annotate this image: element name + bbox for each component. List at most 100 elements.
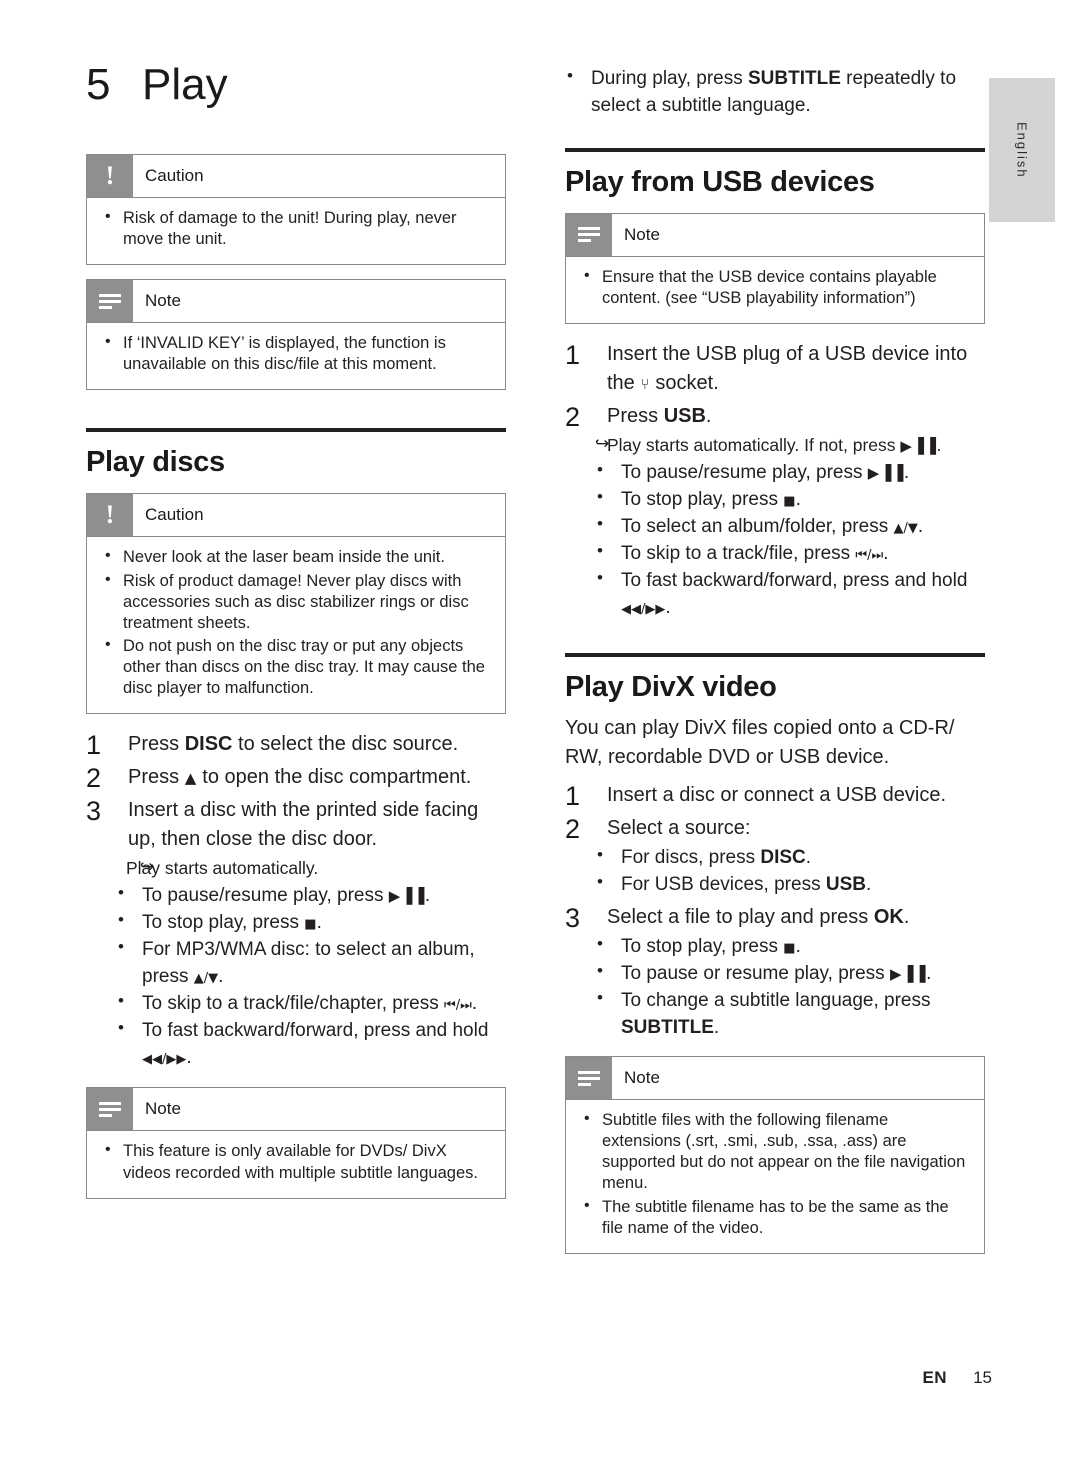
stop-icon: ■ bbox=[783, 493, 796, 509]
list-item: To stop play, press ■. bbox=[102, 908, 506, 937]
bullet-text-after: . bbox=[713, 1017, 720, 1039]
step-item: 3 Select a file to play and press OK. To… bbox=[565, 903, 985, 1042]
play-pause-icon: ▶▐▐ bbox=[867, 463, 904, 482]
divx-play-bullets: To stop play, press ■. To pause or resum… bbox=[581, 932, 985, 1042]
note-box-1: Note If ‘INVALID KEY’ is displayed, the … bbox=[86, 279, 506, 391]
bullet-text-after: . bbox=[805, 847, 812, 869]
bullet-text-before: For discs, press bbox=[621, 847, 761, 869]
bullet-text-before: To change a subtitle language, press bbox=[621, 990, 931, 1012]
caution-body: Never look at the laser beam inside the … bbox=[87, 537, 505, 713]
bullet-text-after: . bbox=[424, 884, 431, 906]
footer-language: EN bbox=[922, 1368, 948, 1387]
note-header: Note bbox=[566, 213, 984, 257]
bullet-text-before: To pause/resume play, press bbox=[621, 461, 868, 483]
caution-label: Caution bbox=[145, 505, 204, 525]
divx-intro: You can play DivX files copied onto a CD… bbox=[565, 717, 955, 768]
list-item: To pause/resume play, press ▶▐▐. bbox=[581, 458, 985, 487]
step-text-after: to open the disc compartment. bbox=[196, 766, 472, 789]
page-footer: EN 15 bbox=[922, 1368, 992, 1388]
bullet-text-before: To stop play, press bbox=[621, 936, 784, 958]
list-item: To change a subtitle language, press SUB… bbox=[581, 986, 985, 1042]
play-pause-icon: ▶▐▐ bbox=[889, 965, 927, 984]
exclamation-icon: ! bbox=[87, 155, 133, 197]
bullet-text-after: . bbox=[186, 1046, 192, 1068]
bullet-text-before: To skip to a track/file, press bbox=[621, 542, 856, 564]
bullet-text-before: To fast backward/forward, press and hold bbox=[142, 1019, 489, 1041]
step-text-after: to select the disc source. bbox=[232, 733, 459, 756]
usb-steps: 1 Insert the USB plug of a USB device in… bbox=[565, 340, 985, 621]
keyword-usb: USB bbox=[825, 874, 866, 896]
step-item: 1 Insert the USB plug of a USB device in… bbox=[565, 340, 985, 398]
list-item: To stop play, press ■. bbox=[581, 485, 985, 514]
step-text-after: . bbox=[903, 906, 910, 929]
fast-forward-backward-icon: ◀◀/▶▶ bbox=[142, 1051, 187, 1067]
list-item: To pause/resume play, press ▶▐▐. bbox=[102, 881, 506, 910]
bullet-text-before: For USB devices, press bbox=[621, 874, 826, 896]
note-label: Note bbox=[624, 1068, 660, 1088]
section-heading-divx: Play DivX video bbox=[565, 653, 985, 704]
bullet-text-after: . bbox=[218, 965, 224, 987]
bullet-text-after: . bbox=[471, 992, 478, 1014]
list-item: To fast backward/forward, press and hold… bbox=[102, 1016, 506, 1072]
fast-forward-backward-icon: ◀◀/▶▶ bbox=[621, 601, 666, 617]
skip-icon: ⏮/⏭ bbox=[444, 997, 472, 1013]
list-item: Risk of product damage! Never play discs… bbox=[101, 570, 491, 634]
note-icon bbox=[566, 213, 612, 256]
bullet-text-after: . bbox=[926, 963, 932, 985]
step-item: 1 Insert a disc or connect a USB device. bbox=[565, 781, 985, 811]
caution-body: Risk of damage to the unit! During play,… bbox=[87, 198, 505, 264]
list-item: For discs, press DISC. bbox=[581, 843, 985, 872]
step-number: 3 bbox=[86, 796, 102, 827]
section-heading-usb: Play from USB devices bbox=[565, 147, 985, 199]
list-item: Do not push on the disc tray or put any … bbox=[101, 635, 491, 699]
bullet-text-after: . bbox=[795, 936, 801, 958]
note-header: Note bbox=[566, 1057, 984, 1101]
bullet-text-after: . bbox=[795, 488, 801, 510]
chapter-title: Play bbox=[142, 60, 228, 109]
result-line: Play starts automatically. If not, press… bbox=[581, 432, 985, 458]
note-label: Note bbox=[624, 224, 660, 244]
bullet-text-after: . bbox=[665, 596, 671, 618]
section-heading-play-discs: Play discs bbox=[86, 428, 506, 479]
up-down-icon: ▲/▼ bbox=[893, 520, 918, 536]
keyword-usb: USB bbox=[663, 405, 706, 428]
note-icon bbox=[87, 1088, 133, 1131]
page-title: 5 Play bbox=[86, 60, 506, 110]
bullet-text-before: For MP3/WMA disc: to select an album, pr… bbox=[142, 938, 475, 987]
bullet-text-before: To select an album/folder, press bbox=[621, 515, 894, 537]
list-item: Subtitle files with the following filena… bbox=[580, 1109, 970, 1194]
step-number: 2 bbox=[565, 402, 581, 433]
step-text-before: Select a file to play and press bbox=[607, 906, 874, 929]
result-text-before: Play starts automatically. If not, press bbox=[607, 435, 901, 456]
usb-icon: ⑂ bbox=[640, 375, 650, 394]
step-number: 2 bbox=[565, 814, 581, 845]
play-pause-icon: ▶▐▐ bbox=[388, 886, 425, 905]
up-down-icon: ▲/▼ bbox=[193, 970, 219, 986]
note-icon bbox=[87, 280, 133, 323]
page-number: 15 bbox=[973, 1368, 992, 1387]
step-item: 2 Select a source: For discs, press DISC… bbox=[565, 814, 985, 899]
left-column: 5 Play ! Caution Risk of damage to the un… bbox=[86, 60, 506, 1209]
caution-header: ! Caution bbox=[87, 155, 505, 198]
result-line: Play starts automatically. bbox=[126, 855, 506, 881]
caution-box-1: ! Caution Risk of damage to the unit! Du… bbox=[86, 154, 506, 266]
note-label: Note bbox=[145, 1099, 181, 1119]
bullet-text-before: To stop play, press bbox=[621, 488, 784, 510]
keyword-disc: DISC bbox=[760, 847, 806, 869]
divx-source-bullets: For discs, press DISC. For USB devices, … bbox=[581, 843, 985, 899]
list-item: Risk of damage to the unit! During play,… bbox=[101, 207, 491, 250]
list-item: For MP3/WMA disc: to select an album, pr… bbox=[102, 935, 506, 991]
exclamation-icon: ! bbox=[87, 494, 133, 537]
bullet-text-before: To fast backward/forward, press and hold bbox=[621, 569, 968, 591]
list-item: The subtitle filename has to be the same… bbox=[580, 1195, 970, 1239]
step-text-before: Press bbox=[128, 766, 185, 789]
list-item: To stop play, press ■. bbox=[581, 932, 985, 961]
list-item: To skip to a track/file/chapter, press ⏮… bbox=[102, 989, 506, 1018]
language-tab: English bbox=[989, 78, 1055, 222]
bullet-text-before: To pause or resume play, press bbox=[621, 963, 890, 985]
list-item: To select an album/folder, press ▲/▼. bbox=[581, 512, 985, 541]
eject-icon: ▲ bbox=[184, 769, 197, 788]
list-item: During play, press SUBTITLE repeatedly t… bbox=[551, 64, 985, 120]
stop-icon: ■ bbox=[304, 916, 317, 932]
note-label: Note bbox=[145, 291, 181, 311]
